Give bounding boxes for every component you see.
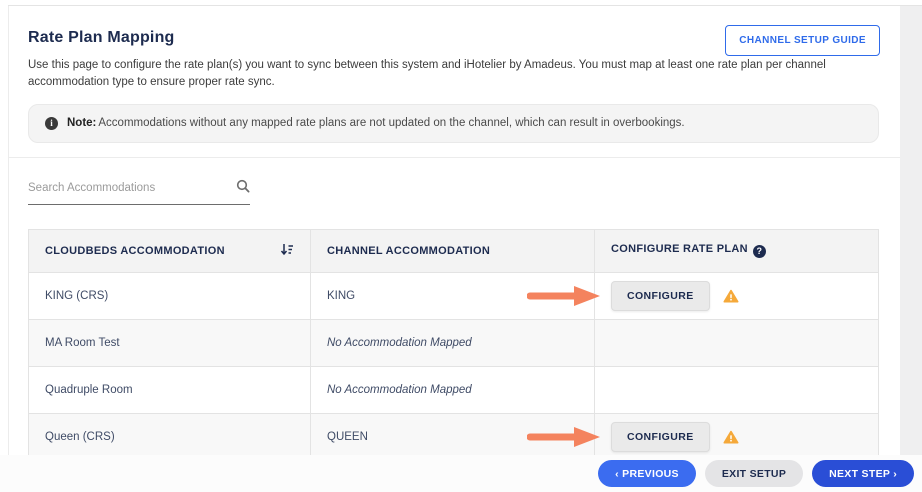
table-row-ma-room-test: MA Room Test No Accommodation Mapped — [29, 319, 879, 366]
previous-button[interactable]: ‹ PREVIOUS — [598, 460, 696, 487]
rate-plan-mapping-card: CHANNEL SETUP GUIDE Rate Plan Mapping Us… — [9, 6, 900, 455]
note-text: Note:Accommodations without any mapped r… — [67, 117, 685, 129]
sort-icon[interactable] — [280, 243, 294, 259]
setup-footer: ‹ PREVIOUS EXIT SETUP NEXT STEP › — [0, 455, 922, 492]
next-step-button[interactable]: NEXT STEP › — [812, 460, 914, 487]
warning-icon — [723, 289, 739, 303]
channel-accommodation-cell: No Accommodation Mapped — [311, 366, 595, 413]
table-row-queen: Queen (CRS) QUEEN CONFIGURE — [29, 413, 879, 455]
header-configure-label: CONFIGURE RATE PLAN — [611, 243, 748, 255]
configure-button[interactable]: CONFIGURE — [611, 422, 710, 452]
info-icon: i — [45, 117, 58, 130]
warning-icon — [723, 430, 739, 444]
configure-button[interactable]: CONFIGURE — [611, 281, 710, 311]
configure-cell: CONFIGURE — [595, 272, 879, 319]
cloudbeds-accommodation-cell: Queen (CRS) — [29, 413, 311, 455]
configure-cell — [595, 366, 879, 413]
channel-accommodation-cell: No Accommodation Mapped — [311, 319, 595, 366]
configure-cell — [595, 319, 879, 366]
header-configure-rate-plan: CONFIGURE RATE PLAN? — [595, 229, 879, 272]
channel-setup-guide-button[interactable]: CHANNEL SETUP GUIDE — [725, 25, 880, 56]
cloudbeds-accommodation-cell: Quadruple Room — [29, 366, 311, 413]
cloudbeds-accommodation-cell: MA Room Test — [29, 319, 311, 366]
header-channel-accommodation: CHANNEL ACCOMMODATION — [311, 229, 595, 272]
right-background-strip — [900, 6, 922, 455]
table-row-king: KING (CRS) KING CONFIGURE — [29, 272, 879, 319]
configure-cell: CONFIGURE — [595, 413, 879, 455]
search-icon — [236, 179, 250, 198]
cloudbeds-accommodation-cell: KING (CRS) — [29, 272, 311, 319]
section-divider — [9, 157, 900, 158]
search-accommodations-field[interactable] — [28, 179, 250, 205]
table-header-row: CLOUDBEDS ACCOMMODATION CHANNEL ACCOMMOD… — [29, 229, 879, 272]
note-label: Note: — [67, 117, 96, 129]
pointer-arrow-icon — [527, 426, 603, 448]
search-input[interactable] — [28, 182, 236, 194]
table-row-quadruple-room: Quadruple Room No Accommodation Mapped — [29, 366, 879, 413]
note-body: Accommodations without any mapped rate p… — [98, 117, 684, 129]
exit-setup-button[interactable]: EXIT SETUP — [705, 460, 803, 487]
help-icon[interactable]: ? — [753, 245, 766, 258]
header-cloudbeds-accommodation[interactable]: CLOUDBEDS ACCOMMODATION — [29, 229, 311, 272]
rate-plan-mapping-table: CLOUDBEDS ACCOMMODATION CHANNEL ACCOMMOD… — [28, 229, 879, 456]
page-description: Use this page to configure the rate plan… — [28, 57, 855, 92]
header-cloudbeds-label: CLOUDBEDS ACCOMMODATION — [45, 245, 225, 257]
note-banner: i Note:Accommodations without any mapped… — [28, 104, 879, 143]
pointer-arrow-icon — [527, 285, 603, 307]
